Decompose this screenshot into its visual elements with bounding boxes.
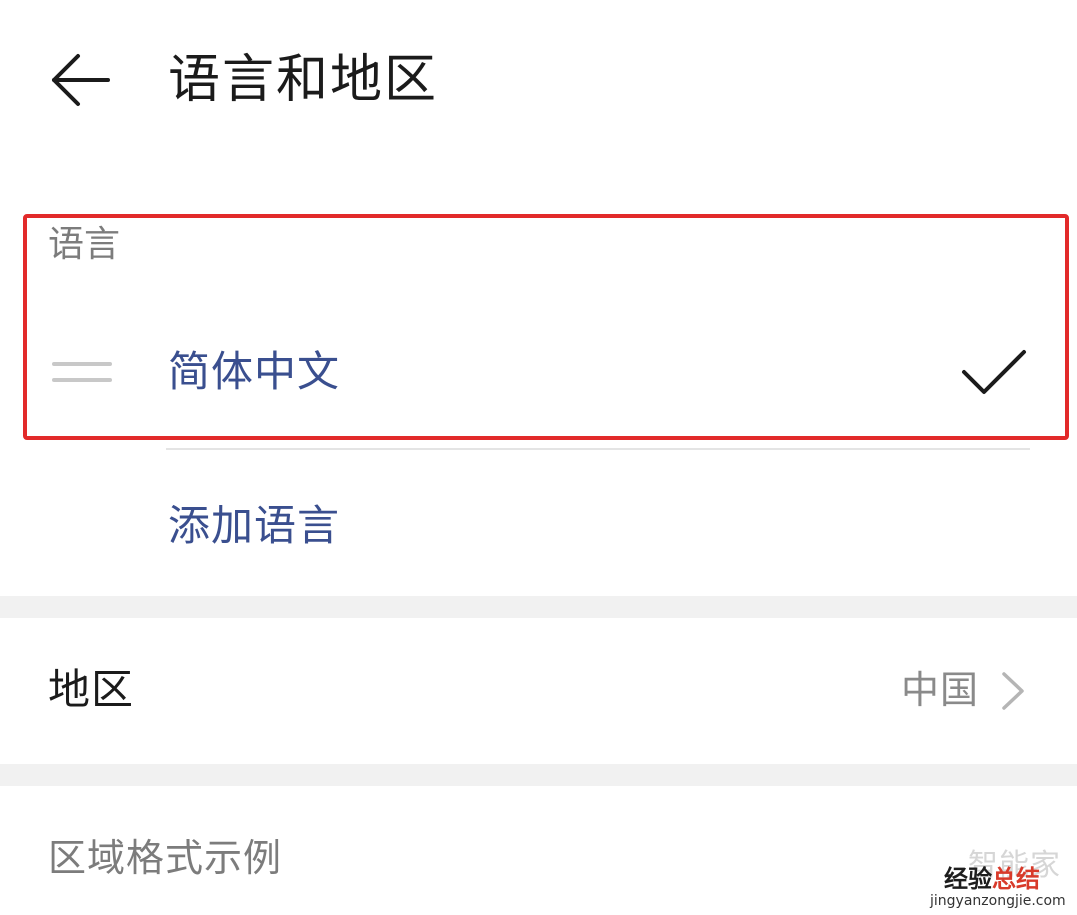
language-region-settings-page: 语言和地区 语言 简体中文 添加语言 地区 中国 区域格式示例 智能家 经验总结… [0,0,1077,915]
arrow-left-icon [52,54,110,106]
language-section-label: 语言 [48,224,121,265]
watermark-top-text: 智能家 [968,848,1061,883]
region-row[interactable]: 地区 中国 [0,618,1077,764]
add-language-button[interactable]: 添加语言 [168,496,340,556]
region-value: 中国 [900,668,979,712]
watermark-url: jingyanzongjie.com [930,893,1066,909]
language-name: 简体中文 [168,347,341,396]
region-label: 地区 [48,665,135,714]
language-item-simplified-chinese[interactable]: 简体中文 [0,300,1077,450]
back-button[interactable] [46,48,116,112]
drag-handle-icon[interactable] [52,362,112,388]
section-separator [0,764,1077,786]
watermark-main-text: 经验总结 [944,865,1040,893]
list-divider [166,448,1030,450]
watermark-logo: 智能家 经验总结 jingyanzongjie.com [930,848,1070,912]
checkmark-icon [962,350,1026,394]
page-title: 语言和地区 [168,50,439,110]
chevron-right-icon [1002,672,1024,710]
section-separator [0,596,1077,618]
app-header: 语言和地区 [0,0,1077,160]
region-format-example-title: 区域格式示例 [48,836,283,880]
